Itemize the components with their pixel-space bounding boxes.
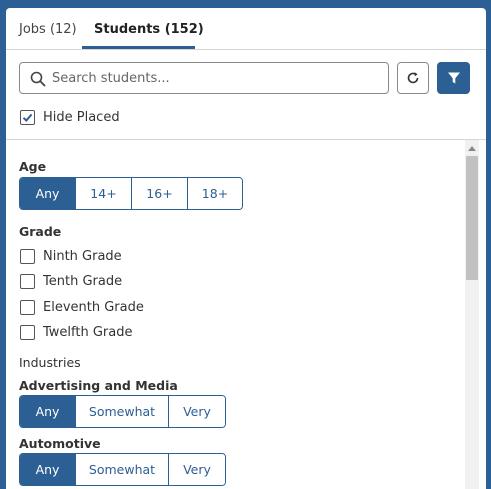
grade-twelfth-row: Twelfth Grade: [20, 323, 132, 341]
grade-title: Grade: [19, 224, 62, 239]
age-selector: Any 14+ 16+ 18+: [19, 177, 243, 210]
age-option-16[interactable]: 16+: [131, 178, 187, 209]
grade-eleventh-checkbox[interactable]: [20, 299, 35, 315]
age-option-any[interactable]: Any: [20, 178, 75, 209]
filters-scroll-area[interactable]: Age Any 14+ 16+ 18+ Grade Ninth Grade Te…: [6, 140, 486, 489]
tab-students[interactable]: Students (152): [94, 22, 204, 37]
grade-tenth-row: Tenth Grade: [20, 272, 122, 290]
grade-ninth-row: Ninth Grade: [20, 247, 122, 265]
chevron-up-icon[interactable]: [468, 146, 476, 151]
automotive-option-somewhat[interactable]: Somewhat: [75, 454, 168, 485]
scrollbar[interactable]: [465, 140, 479, 489]
industries-title: Industries: [19, 355, 81, 370]
grade-eleventh-row: Eleventh Grade: [20, 298, 144, 316]
refresh-icon: [407, 72, 419, 84]
filter-icon: [447, 72, 460, 84]
refresh-button[interactable]: [397, 62, 429, 94]
age-title: Age: [19, 159, 47, 174]
automotive-option-any[interactable]: Any: [20, 454, 75, 485]
hide-placed-row: Hide Placed: [20, 108, 120, 126]
active-tab-indicator: [82, 46, 195, 49]
filter-button[interactable]: [437, 62, 470, 94]
scrollbar-thumb[interactable]: [466, 156, 478, 280]
industry-advertising-selector: Any Somewhat Very: [19, 395, 226, 428]
grade-ninth-label: Ninth Grade: [43, 248, 122, 264]
age-option-18[interactable]: 18+: [187, 178, 242, 209]
grade-ninth-checkbox[interactable]: [20, 248, 35, 264]
check-icon: [22, 113, 33, 122]
advertising-option-very[interactable]: Very: [168, 396, 225, 427]
industry-advertising-title: Advertising and Media: [19, 378, 178, 393]
grade-twelfth-label: Twelfth Grade: [43, 324, 133, 340]
students-panel: Jobs (12) Students (152) Hide Placed: [6, 8, 486, 489]
tab-bar: Jobs (12) Students (152): [6, 8, 486, 50]
search-box[interactable]: [19, 62, 389, 94]
grade-twelfth-checkbox[interactable]: [20, 324, 35, 340]
grade-tenth-checkbox[interactable]: [20, 273, 35, 289]
industry-automotive-selector: Any Somewhat Very: [19, 453, 226, 486]
automotive-option-very[interactable]: Very: [168, 454, 225, 485]
search-icon: [30, 71, 46, 87]
grade-eleventh-label: Eleventh Grade: [43, 299, 144, 315]
search-input[interactable]: [52, 67, 382, 89]
industry-automotive-title: Automotive: [19, 436, 101, 451]
hide-placed-checkbox[interactable]: [20, 109, 35, 125]
hide-placed-label: Hide Placed: [43, 109, 120, 125]
tab-jobs[interactable]: Jobs (12): [19, 22, 77, 37]
age-option-14[interactable]: 14+: [75, 178, 131, 209]
advertising-option-any[interactable]: Any: [20, 396, 75, 427]
grade-tenth-label: Tenth Grade: [43, 273, 123, 289]
advertising-option-somewhat[interactable]: Somewhat: [75, 396, 168, 427]
